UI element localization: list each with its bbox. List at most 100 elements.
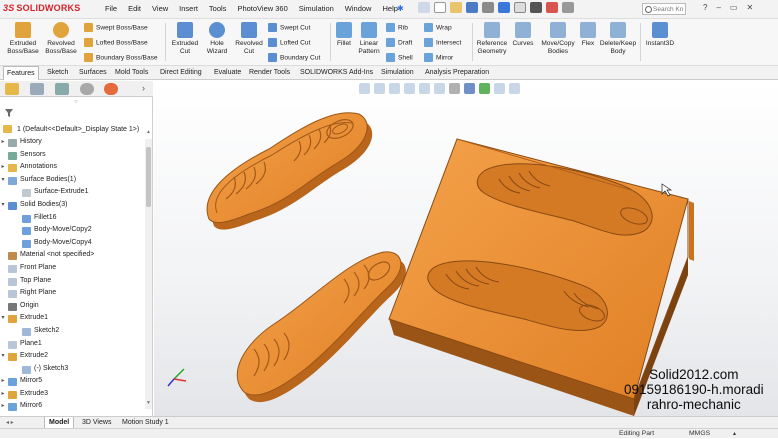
tab-direct-editing[interactable]: Direct Editing — [157, 66, 205, 80]
expand-icon[interactable]: ▸ — [0, 136, 6, 149]
tree-item[interactable]: Material <not specified> — [0, 249, 145, 262]
scroll-up-icon[interactable]: ▲ — [146, 129, 151, 135]
expand-icon[interactable]: ▸ — [0, 375, 6, 388]
scrollbar-thumb[interactable] — [146, 147, 151, 207]
tree-item[interactable]: Body-Move/Copy4 — [0, 237, 145, 250]
tree-item[interactable]: Origin — [0, 300, 145, 313]
tab-evaluate[interactable]: Evaluate — [211, 66, 244, 80]
swept-boss-button[interactable]: Swept Boss/Base — [84, 23, 148, 32]
options-gear-icon[interactable] — [562, 2, 574, 13]
shoe-sole-upper[interactable] — [206, 112, 373, 230]
tab-simulation[interactable]: Simulation — [378, 66, 417, 80]
boundary-boss-button[interactable]: Boundary Boss/Base — [84, 53, 158, 62]
tree-item[interactable]: ▸ Annotations — [0, 161, 145, 174]
tab-render-tools[interactable]: Render Tools — [246, 66, 293, 80]
instant3d-button[interactable]: Instant3D — [643, 22, 677, 48]
tree-item[interactable]: Sketch2 — [0, 325, 145, 338]
minimize-icon[interactable]: – — [716, 3, 720, 12]
revolved-cut-button[interactable]: Revolved Cut — [232, 22, 266, 55]
wrap-button[interactable]: Wrap — [424, 23, 452, 32]
collapse-icon[interactable]: ▾ — [0, 350, 6, 363]
extruded-boss-button[interactable]: Extruded Boss/Base — [4, 22, 42, 55]
linear-pattern-button[interactable]: Linear Pattern — [355, 22, 383, 55]
tab-addins[interactable]: SOLIDWORKS Add-Ins — [297, 66, 376, 80]
home-icon[interactable] — [418, 2, 430, 13]
tab-sketch[interactable]: Sketch — [44, 66, 71, 80]
flex-button[interactable]: Flex — [579, 22, 597, 48]
save-icon[interactable] — [466, 2, 478, 13]
tree-item[interactable]: Sensors — [0, 149, 145, 162]
tree-item[interactable]: ▾ Surface Bodies(1) — [0, 174, 145, 187]
tab-mold-tools[interactable]: Mold Tools — [112, 66, 151, 80]
file-properties-icon[interactable] — [546, 2, 558, 13]
tree-item[interactable]: ▸ Mirror6 — [0, 400, 145, 413]
tab-surfaces[interactable]: Surfaces — [76, 66, 110, 80]
mirror-button[interactable]: Mirror — [424, 53, 453, 62]
graphics-viewport[interactable]: Solid2012.com 09159186190-h.moradi rahro… — [154, 81, 778, 416]
open-folder-icon[interactable] — [450, 2, 462, 13]
rib-button[interactable]: Rib — [386, 23, 408, 32]
tree-item[interactable]: Top Plane — [0, 275, 145, 288]
collapse-icon[interactable]: ▾ — [0, 312, 6, 325]
revolved-boss-button[interactable]: Revolved Boss/Base — [43, 22, 79, 55]
delete-keep-body-button[interactable]: Delete/Keep Body — [598, 22, 638, 55]
draft-button[interactable]: Draft — [386, 38, 412, 47]
collapse-icon[interactable]: ▾ — [0, 174, 6, 187]
menu-window[interactable]: Window — [345, 4, 372, 13]
boundary-cut-button[interactable]: Boundary Cut — [268, 53, 320, 62]
hole-wizard-button[interactable]: Hole Wizard — [202, 22, 232, 55]
tree-item[interactable]: Fillet16 — [0, 212, 145, 225]
new-document-icon[interactable] — [434, 2, 446, 13]
tab-analysis-preparation[interactable]: Analysis Preparation — [422, 66, 492, 80]
select-arrow-icon[interactable] — [514, 2, 526, 13]
reference-geometry-button[interactable]: Reference Geometry — [475, 22, 509, 55]
tree-item[interactable]: Surface-Extrude1 — [0, 186, 145, 199]
shoe-sole-lower[interactable] — [236, 251, 406, 403]
chevron-right-icon[interactable]: › — [142, 83, 145, 93]
tree-item[interactable]: Front Plane — [0, 262, 145, 275]
property-manager-icon[interactable] — [30, 83, 44, 95]
lofted-cut-button[interactable]: Lofted Cut — [268, 38, 310, 47]
menu-insert[interactable]: Insert — [179, 4, 198, 13]
tree-item[interactable]: ▾ Extrude1 — [0, 312, 145, 325]
extruded-cut-button[interactable]: Extruded Cut — [168, 22, 202, 55]
tab-features[interactable]: Features — [3, 66, 39, 80]
filter-icon[interactable] — [5, 109, 13, 117]
tree-scrollbar[interactable] — [145, 139, 152, 409]
swept-cut-button[interactable]: Swept Cut — [268, 23, 310, 32]
tree-item[interactable]: ▸ Mirror5 — [0, 375, 145, 388]
collapse-icon[interactable]: ▾ — [0, 199, 6, 212]
tree-item[interactable]: ▾ Solid Bodies(3) — [0, 199, 145, 212]
fillet-button[interactable]: Fillet — [333, 22, 355, 48]
tree-item[interactable]: ▾ Extrude2 — [0, 350, 145, 363]
tree-item[interactable]: ▸ Extrude3 — [0, 388, 145, 401]
print-icon[interactable] — [482, 2, 494, 13]
intersect-button[interactable]: Intersect — [424, 38, 461, 47]
tree-item[interactable]: Plane1 — [0, 338, 145, 351]
display-manager-icon[interactable] — [104, 83, 118, 95]
tree-item[interactable]: ▸ History — [0, 136, 145, 149]
menu-file[interactable]: File — [105, 4, 117, 13]
shell-button[interactable]: Shell — [386, 53, 413, 62]
menu-help[interactable]: Help — [382, 4, 397, 13]
close-icon[interactable]: ✕ — [746, 3, 753, 12]
pane-collapse-handle[interactable]: ○ — [74, 99, 78, 105]
configuration-manager-icon[interactable] — [55, 83, 69, 95]
dimxpert-icon[interactable] — [80, 83, 94, 95]
feature-manager-icon[interactable] — [5, 83, 19, 95]
lofted-boss-button[interactable]: Lofted Boss/Base — [84, 38, 148, 47]
curves-button[interactable]: Curves — [510, 22, 536, 48]
menu-photoview[interactable]: PhotoView 360 — [237, 4, 287, 13]
menu-tools[interactable]: Tools — [209, 4, 227, 13]
menu-edit[interactable]: Edit — [128, 4, 141, 13]
tree-root[interactable]: 1 (Default<<Default>_Display State 1>) — [3, 124, 139, 134]
expand-icon[interactable]: ▸ — [0, 400, 6, 413]
tree-item[interactable]: (-) Sketch3 — [0, 363, 145, 376]
rebuild-icon[interactable] — [530, 2, 542, 13]
menu-simulation[interactable]: Simulation — [299, 4, 334, 13]
scroll-down-icon[interactable]: ▼ — [146, 400, 151, 406]
undo-icon[interactable] — [498, 2, 510, 13]
expand-icon[interactable]: ▸ — [0, 161, 6, 174]
tree-item[interactable]: Body-Move/Copy2 — [0, 224, 145, 237]
menu-view[interactable]: View — [152, 4, 168, 13]
